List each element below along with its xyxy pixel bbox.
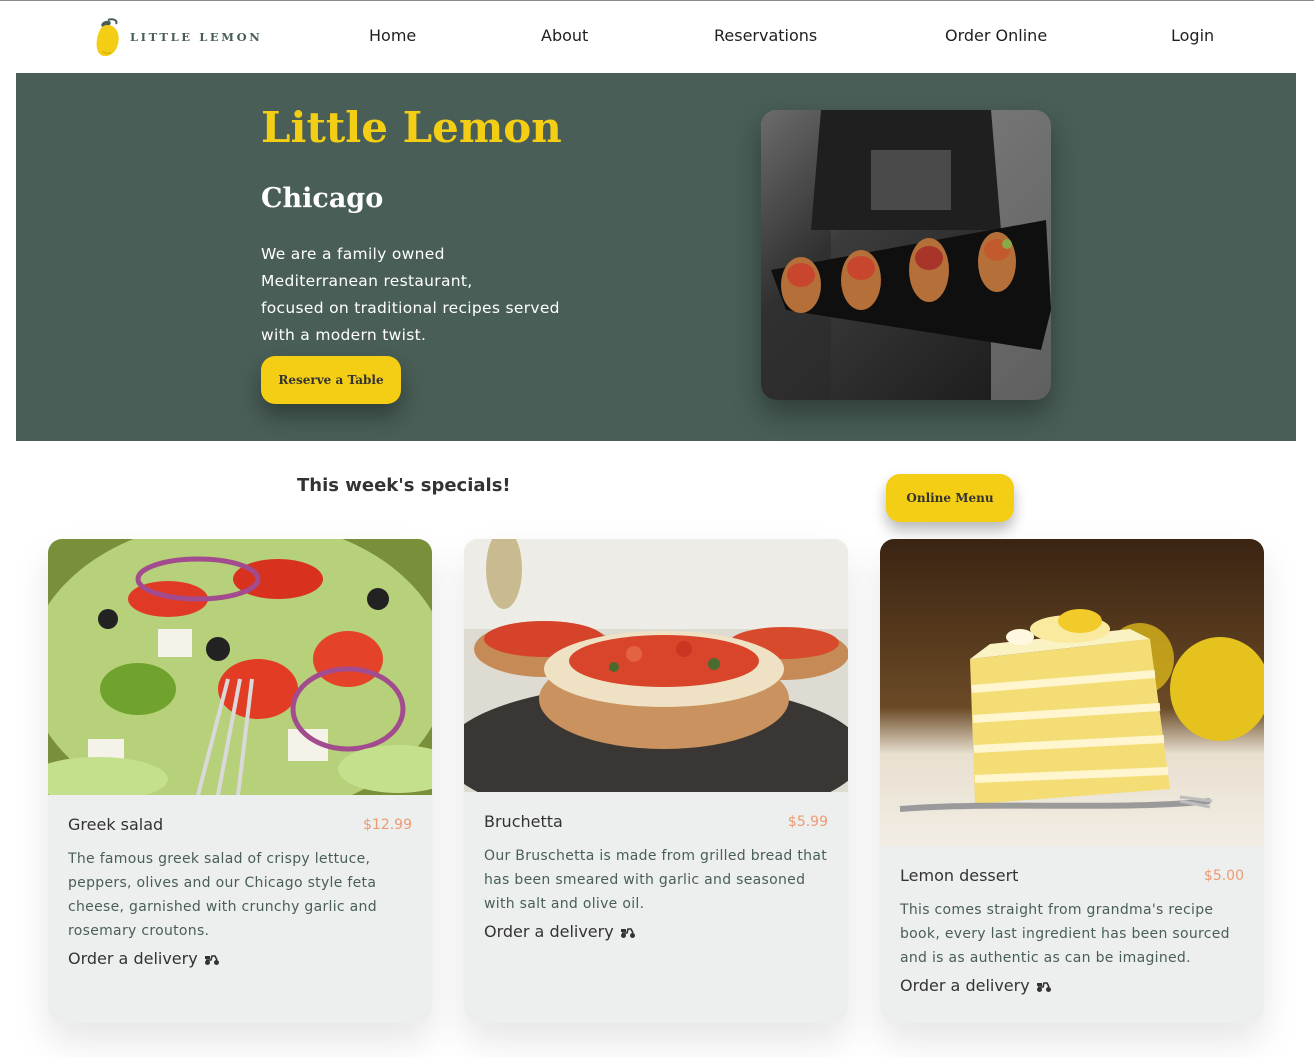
nav-link-order-online[interactable]: Order Online [945,26,1047,45]
card-description-line: with salt and olive oil. [484,896,645,912]
order-delivery-label: Order a delivery [68,949,198,968]
card-description-line: cheese, garnished with crunchy garlic an… [68,899,377,915]
specials-title: This week's specials! [297,475,511,496]
hero-description-line: We are a family owned [261,245,445,263]
scooter-icon [1036,981,1051,992]
hero-description-line: Mediterranean restaurant, [261,272,473,290]
scooter-icon [620,927,635,938]
card-body: Greek salad $12.99 The famous greek sala… [68,815,412,1015]
nav-link-home[interactable]: Home [369,26,416,45]
card-price: $5.99 [787,814,828,830]
nav-link-login[interactable]: Login [1171,26,1214,45]
order-delivery-label: Order a delivery [900,976,1030,995]
lemon-logo-icon [96,18,119,57]
top-nav: LITTLE LEMON Home About Reservations Ord… [16,1,1296,73]
order-delivery-label: Order a delivery [484,922,614,941]
special-card-lemon-dessert[interactable]: Lemon dessert $5.00 This comes straight … [880,539,1264,1023]
special-card-greek-salad[interactable]: Greek salad $12.99 The famous greek sala… [48,539,432,1023]
hero-subtitle: Chicago [261,183,384,214]
card-image [880,539,1264,846]
logo[interactable]: LITTLE LEMON [94,15,262,59]
card-description-line: and is as authentic as can be imagined. [900,950,1191,966]
order-delivery-link[interactable]: Order a delivery [484,922,636,941]
lemon-cake-photo-icon [880,539,1264,846]
hero-description-line: with a modern twist. [261,326,427,344]
card-description-line: The famous greek salad of crispy lettuce… [68,851,371,867]
reserve-table-button[interactable]: Reserve a Table [261,356,401,404]
scooter-icon [204,954,219,965]
card-title: Greek salad [68,815,164,834]
page: LITTLE LEMON Home About Reservations Ord… [16,1,1296,1057]
card-description-line: rosemary croutons. [68,923,210,939]
card-description-line: Our Bruschetta is made from grilled brea… [484,848,828,864]
nav-link-reservations[interactable]: Reservations [714,26,817,45]
card-image [464,539,848,792]
order-delivery-link[interactable]: Order a delivery [68,949,220,968]
card-description-line: This comes straight from grandma's recip… [900,902,1214,918]
card-body: Lemon dessert $5.00 This comes straight … [900,866,1244,1016]
bruschetta-photo-icon [464,539,848,792]
card-title: Lemon dessert [900,866,1019,885]
card-description: This comes straight from grandma's recip… [900,898,1244,970]
card-image [48,539,432,795]
card-description-line: peppers, olives and our Chicago style fe… [68,875,377,891]
hero-image [761,110,1051,400]
hero-description-line: focused on traditional recipes served [261,299,560,317]
card-price: $5.00 [1203,868,1244,884]
logo-text: LITTLE LEMON [130,30,263,44]
hero-section: Little Lemon Chicago We are a family own… [16,73,1296,441]
special-card-bruchetta[interactable]: Bruchetta $5.99 Our Bruschetta is made f… [464,539,848,1023]
hero-title: Little Lemon [261,103,562,152]
card-description-line: has been smeared with garlic and seasone… [484,872,806,888]
card-title: Bruchetta [484,812,563,831]
order-delivery-link[interactable]: Order a delivery [900,976,1052,995]
card-description-line: book, every last ingredient has been sou… [900,926,1230,942]
card-price: $12.99 [363,817,412,833]
chef-bruschetta-plate-photo-icon [761,110,1051,400]
hero-description: We are a family owned Mediterranean rest… [261,241,591,349]
greek-salad-photo-icon [48,539,432,795]
card-description: The famous greek salad of crispy lettuce… [68,847,412,943]
nav-link-about[interactable]: About [541,26,588,45]
card-description: Our Bruschetta is made from grilled brea… [484,844,828,916]
card-body: Bruchetta $5.99 Our Bruschetta is made f… [484,812,828,1012]
online-menu-button[interactable]: Online Menu [886,474,1014,522]
